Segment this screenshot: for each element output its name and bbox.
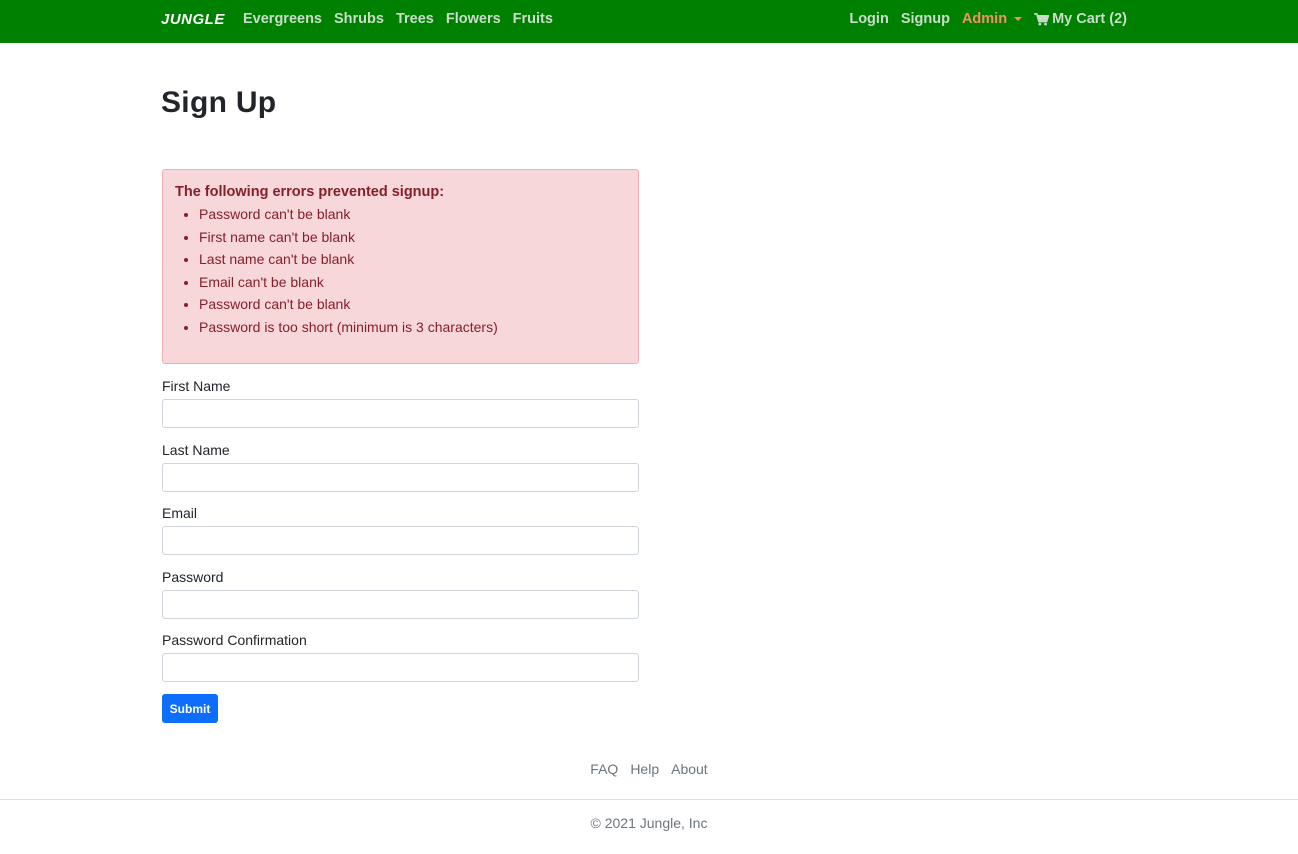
admin-dropdown-toggle[interactable]: Admin (961, 11, 1023, 27)
page-title: Sign Up (161, 86, 277, 119)
nav-link-login[interactable]: Login (849, 11, 888, 27)
last-name-group: Last Name (162, 442, 639, 492)
top-navbar: JUNGLE Evergreens Shrubs Trees Flowers F… (0, 0, 1298, 43)
password-input[interactable] (162, 590, 639, 619)
error-item: Password can't be blank (199, 293, 626, 316)
nav-link-trees[interactable]: Trees (396, 11, 434, 27)
nav-link-evergreens[interactable]: Evergreens (243, 11, 322, 27)
footer-divider (0, 799, 1298, 800)
first-name-group: First Name (162, 378, 639, 428)
password-group: Password (162, 569, 639, 619)
copyright-text: © 2021 Jungle, Inc (590, 815, 708, 831)
password-confirmation-input[interactable] (162, 653, 639, 682)
password-confirmation-label: Password Confirmation (162, 632, 307, 648)
error-item: Email can't be blank (199, 271, 626, 294)
submit-button[interactable]: Submit (162, 694, 218, 723)
email-label: Email (162, 505, 198, 521)
email-input[interactable] (162, 526, 639, 555)
last-name-input[interactable] (162, 463, 639, 492)
password-label: Password (162, 569, 224, 585)
nav-link-flowers[interactable]: Flowers (446, 11, 501, 27)
error-item: Password is too short (minimum is 3 char… (199, 316, 626, 339)
brand-logo-link[interactable]: JUNGLE (161, 11, 225, 28)
error-alert-title: The following errors prevented signup: (175, 184, 445, 200)
footer-link-help[interactable]: Help (630, 761, 659, 777)
footer-links: FAQ Help About (0, 761, 1298, 777)
error-item: Last name can't be blank (199, 248, 626, 271)
error-list: Password can't be blank First name can't… (175, 203, 626, 339)
first-name-label: First Name (162, 378, 231, 394)
nav-link-fruits[interactable]: Fruits (513, 11, 553, 27)
error-alert: The following errors prevented signup: P… (162, 169, 639, 364)
category-nav: Evergreens Shrubs Trees Flowers Fruits (243, 11, 553, 27)
nav-link-signup[interactable]: Signup (901, 11, 950, 27)
error-item: First name can't be blank (199, 226, 626, 249)
nav-link-shrubs[interactable]: Shrubs (334, 11, 384, 27)
first-name-input[interactable] (162, 399, 639, 428)
email-group: Email (162, 505, 639, 555)
error-item: Password can't be blank (199, 203, 626, 226)
admin-label: Admin (961, 11, 1008, 27)
footer-link-about[interactable]: About (671, 761, 708, 777)
caret-down-icon (1014, 17, 1023, 21)
footer-link-faq[interactable]: FAQ (590, 761, 618, 777)
last-name-label: Last Name (162, 442, 230, 458)
my-cart-link[interactable]: My Cart (2) (1034, 11, 1127, 27)
my-cart-label: My Cart (2) (1052, 11, 1127, 27)
password-confirmation-group: Password Confirmation (162, 632, 639, 682)
shopping-cart-icon (1034, 12, 1050, 26)
account-nav: Login Signup Admin My Cart (2) (849, 11, 1127, 27)
